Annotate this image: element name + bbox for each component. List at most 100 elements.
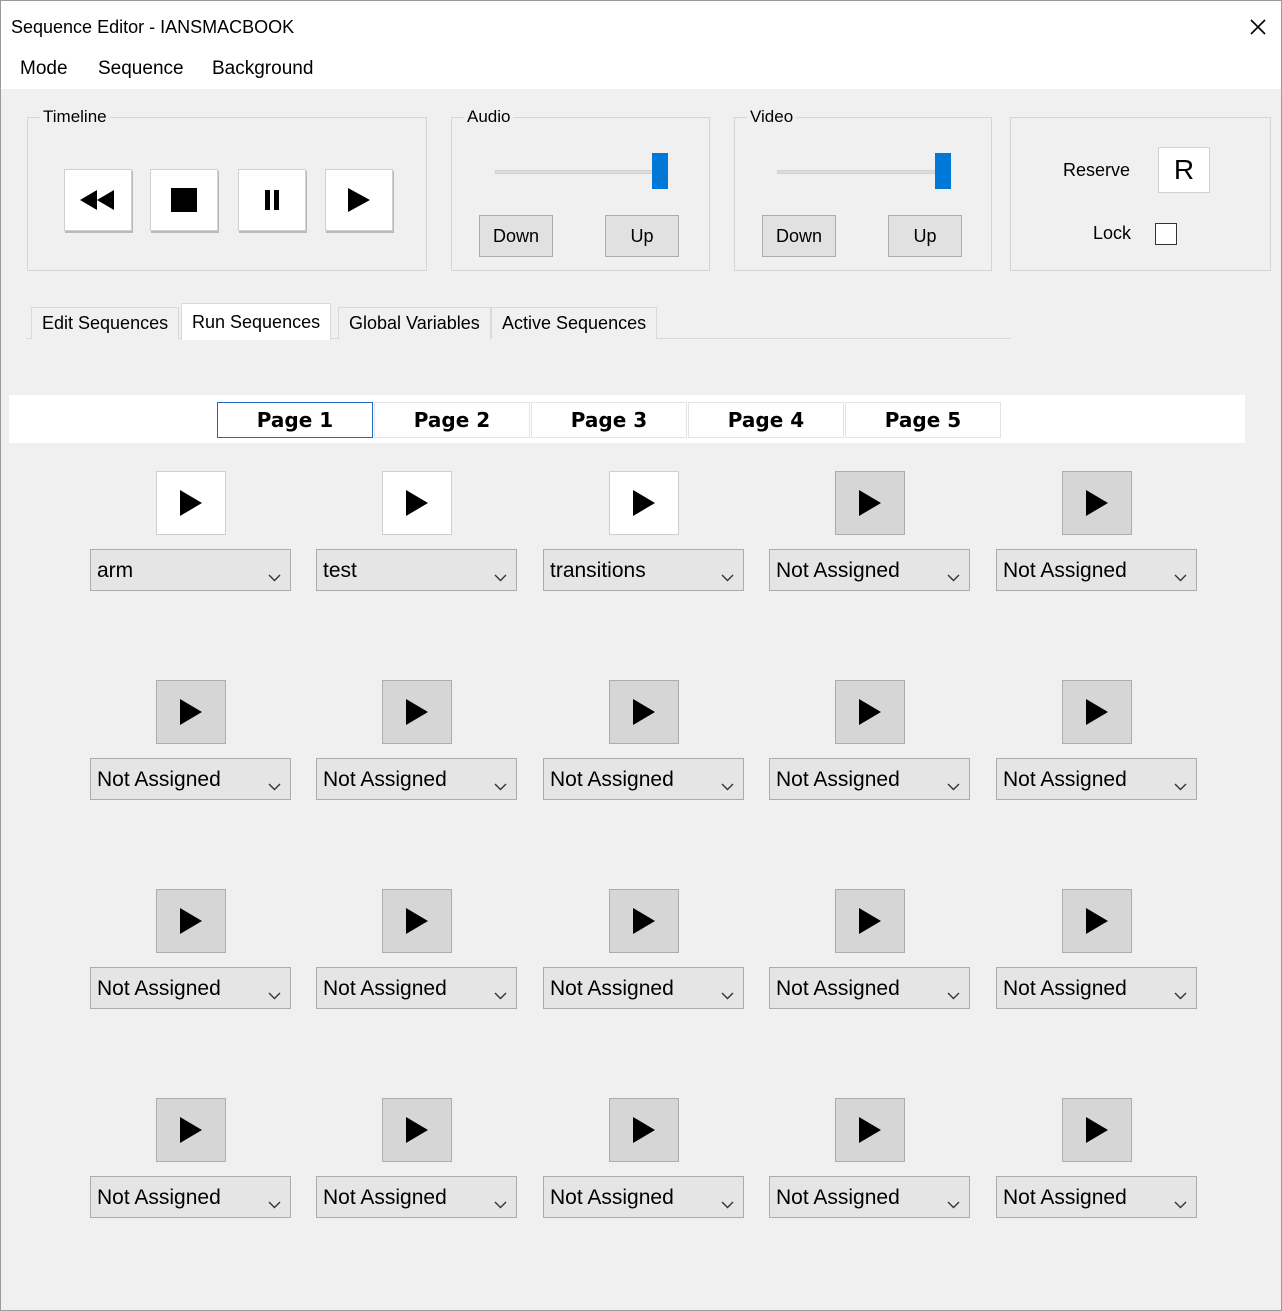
menu-background[interactable]: Background <box>212 58 313 80</box>
play-icon <box>1086 699 1108 725</box>
video-slider-thumb[interactable] <box>935 153 951 189</box>
sequence-select-value: Not Assigned <box>550 977 674 1000</box>
sequence-select-value: Not Assigned <box>776 768 900 791</box>
chevron-down-icon <box>494 1191 507 1215</box>
sequence-select-value: Not Assigned <box>776 559 900 582</box>
play-icon <box>633 908 655 934</box>
sequence-select[interactable]: Not Assigned <box>90 967 291 1009</box>
sequence-select[interactable]: Not Assigned <box>543 1176 744 1218</box>
sequence-select[interactable]: Not Assigned <box>769 758 970 800</box>
sequence-play-button[interactable] <box>382 680 452 744</box>
sequence-play-button[interactable] <box>1062 1098 1132 1162</box>
sequence-select[interactable]: Not Assigned <box>996 758 1197 800</box>
page-tab-3[interactable]: Page 3 <box>531 402 687 438</box>
sequence-play-button[interactable] <box>156 889 226 953</box>
chevron-down-icon <box>268 1191 281 1215</box>
sequence-select[interactable]: Not Assigned <box>543 758 744 800</box>
play-button[interactable] <box>325 169 393 231</box>
sequence-play-button[interactable] <box>1062 471 1132 535</box>
sequence-select-value: arm <box>97 559 134 582</box>
chevron-down-icon <box>721 1191 734 1215</box>
play-icon <box>180 908 202 934</box>
play-icon <box>633 1117 655 1143</box>
page-tab-2[interactable]: Page 2 <box>374 402 530 438</box>
sequence-select[interactable]: Not Assigned <box>316 758 517 800</box>
sequence-play-button[interactable] <box>609 471 679 535</box>
sequence-select[interactable]: Not Assigned <box>316 1176 517 1218</box>
reserve-button[interactable]: R <box>1158 147 1210 193</box>
sequence-select-value: Not Assigned <box>1003 768 1127 791</box>
chevron-down-icon <box>947 564 960 588</box>
reserve-label: Reserve <box>1063 160 1131 180</box>
play-icon <box>1086 490 1108 516</box>
sequence-select-value: Not Assigned <box>1003 559 1127 582</box>
sequence-play-button[interactable] <box>382 889 452 953</box>
sequence-play-button[interactable] <box>156 471 226 535</box>
lock-checkbox[interactable] <box>1155 223 1177 245</box>
sequence-select[interactable]: Not Assigned <box>996 549 1197 591</box>
chevron-down-icon <box>1174 1191 1187 1215</box>
sequence-select[interactable]: Not Assigned <box>90 758 291 800</box>
play-icon <box>406 699 428 725</box>
rewind-button[interactable] <box>64 169 132 231</box>
sequence-play-button[interactable] <box>609 889 679 953</box>
menu-mode[interactable]: Mode <box>20 58 68 80</box>
sequence-select[interactable]: Not Assigned <box>90 1176 291 1218</box>
pause-icon <box>265 190 279 210</box>
audio-slider-thumb[interactable] <box>652 153 668 189</box>
video-label: Video <box>750 107 794 126</box>
menu-sequence[interactable]: Sequence <box>98 58 184 80</box>
sequence-play-button[interactable] <box>835 1098 905 1162</box>
sequence-play-button[interactable] <box>609 680 679 744</box>
sequence-play-button[interactable] <box>835 889 905 953</box>
video-up-button[interactable]: Up <box>888 215 962 257</box>
stop-button[interactable] <box>150 169 218 231</box>
tab-global-variables[interactable]: Global Variables <box>338 307 491 339</box>
video-down-button[interactable]: Down <box>762 215 836 257</box>
audio-slider-track[interactable] <box>495 170 667 174</box>
sequence-play-button[interactable] <box>382 471 452 535</box>
sequence-play-button[interactable] <box>835 680 905 744</box>
sequence-select-value: Not Assigned <box>776 977 900 1000</box>
play-icon <box>406 908 428 934</box>
sequence-play-button[interactable] <box>156 680 226 744</box>
close-icon[interactable] <box>1235 9 1281 45</box>
sequence-select[interactable]: arm <box>90 549 291 591</box>
sequence-select[interactable]: Not Assigned <box>769 967 970 1009</box>
sequence-select-value: test <box>323 559 357 582</box>
sequence-select[interactable]: Not Assigned <box>543 967 744 1009</box>
tab-active-sequences[interactable]: Active Sequences <box>491 307 658 339</box>
rewind-icon <box>80 190 114 210</box>
sequence-select[interactable]: Not Assigned <box>316 967 517 1009</box>
audio-down-button[interactable]: Down <box>479 215 553 257</box>
window-title: Sequence Editor - IANSMACBOOK <box>11 17 295 37</box>
page-tab-4[interactable]: Page 4 <box>688 402 844 438</box>
sequence-select[interactable]: Not Assigned <box>996 967 1197 1009</box>
sequence-play-button[interactable] <box>1062 889 1132 953</box>
sequence-select[interactable]: Not Assigned <box>769 549 970 591</box>
chevron-down-icon <box>721 773 734 797</box>
sequence-play-button[interactable] <box>382 1098 452 1162</box>
play-icon <box>633 699 655 725</box>
play-icon <box>633 490 655 516</box>
chevron-down-icon <box>1174 773 1187 797</box>
sequence-select[interactable]: transitions <box>543 549 744 591</box>
play-icon <box>1086 908 1108 934</box>
play-icon <box>406 1117 428 1143</box>
page-tab-5[interactable]: Page 5 <box>845 402 1001 438</box>
sequence-play-button[interactable] <box>609 1098 679 1162</box>
video-slider-track[interactable] <box>777 170 949 174</box>
pause-button[interactable] <box>238 169 306 231</box>
audio-up-button[interactable]: Up <box>605 215 679 257</box>
play-icon <box>180 490 202 516</box>
sequence-play-button[interactable] <box>1062 680 1132 744</box>
tab-run-sequences[interactable]: Run Sequences <box>181 303 332 340</box>
page-tab-1[interactable]: Page 1 <box>217 402 373 438</box>
sequence-select[interactable]: Not Assigned <box>769 1176 970 1218</box>
sequence-play-button[interactable] <box>835 471 905 535</box>
sequence-play-button[interactable] <box>156 1098 226 1162</box>
tab-edit-sequences[interactable]: Edit Sequences <box>31 307 180 339</box>
sequence-select-value: Not Assigned <box>776 1186 900 1209</box>
sequence-select[interactable]: Not Assigned <box>996 1176 1197 1218</box>
sequence-select[interactable]: test <box>316 549 517 591</box>
